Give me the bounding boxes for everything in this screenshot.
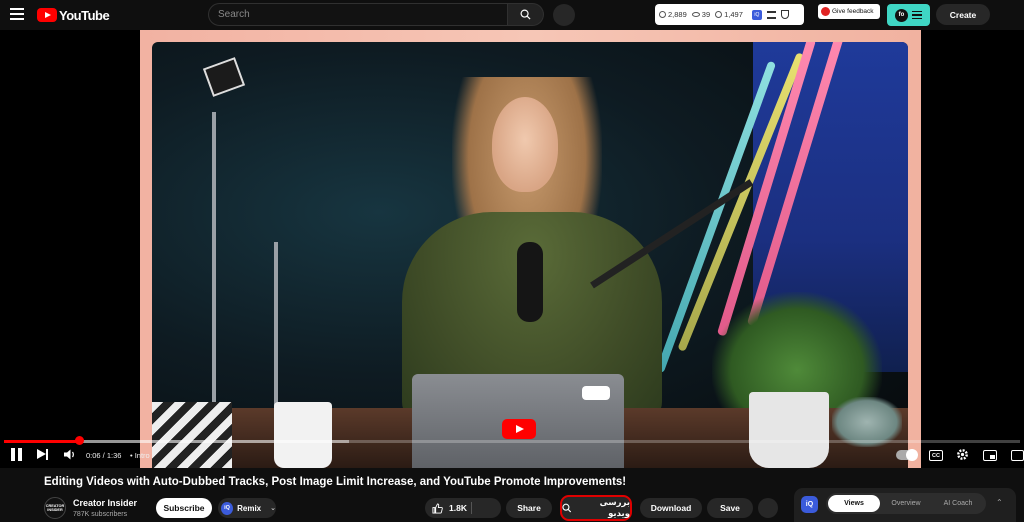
- menu-icon[interactable]: [10, 8, 24, 20]
- miniplayer-icon[interactable]: [983, 450, 997, 461]
- give-feedback-button[interactable]: Give feedback: [818, 4, 880, 19]
- eye-icon: [691, 12, 700, 17]
- video-player[interactable]: [0, 30, 1024, 468]
- video-title: Editing Videos with Auto-Dubbed Tracks, …: [44, 476, 627, 488]
- extension-button[interactable]: fo: [887, 4, 930, 26]
- share-button[interactable]: Share: [506, 498, 552, 518]
- laptop: [412, 374, 624, 468]
- stat-other: 1,497: [724, 10, 743, 19]
- stat-watch: 2,889: [668, 10, 687, 19]
- video-scene: [152, 42, 908, 468]
- scrubber-handle[interactable]: [74, 436, 84, 445]
- more-actions-button[interactable]: [758, 498, 778, 518]
- create-button[interactable]: Create: [936, 4, 990, 25]
- chapter-label[interactable]: • Intro: [130, 451, 150, 460]
- iq-logo-icon[interactable]: iQ: [801, 496, 818, 513]
- stat-views: 39: [701, 10, 711, 19]
- extension-stats[interactable]: 2,889 39 1,497 iQ: [655, 4, 804, 25]
- youtube-play-icon: [37, 8, 57, 22]
- thumbs-up-icon: [432, 502, 443, 514]
- search-bar: [208, 3, 544, 26]
- search-icon: [562, 503, 572, 513]
- remix-button[interactable]: iQ Remix ⌄: [218, 498, 276, 518]
- feedback-label: Give feedback: [832, 8, 874, 15]
- iq-icon[interactable]: iQ: [751, 9, 762, 20]
- gear-icon[interactable]: [956, 448, 969, 461]
- iq-icon: iQ: [221, 501, 234, 515]
- trophy-icon[interactable]: [780, 10, 789, 19]
- pause-icon[interactable]: [11, 448, 22, 461]
- video-review-button[interactable]: بررسی ویدیو: [560, 495, 632, 521]
- time-display: 0:06 / 1:36: [86, 451, 122, 460]
- channel-name[interactable]: Creator Insider: [73, 498, 137, 508]
- save-button[interactable]: Save: [707, 498, 753, 518]
- timer-icon: [715, 11, 723, 18]
- subscriber-count: 787K subscribers: [73, 511, 128, 518]
- feedback-icon: [821, 7, 830, 16]
- like-button[interactable]: 1.8K: [425, 498, 501, 518]
- like-count: 1.8K: [449, 503, 467, 513]
- captions-icon[interactable]: CC: [929, 450, 943, 461]
- list-icon[interactable]: [766, 10, 776, 19]
- youtube-logo-icon: [502, 419, 536, 439]
- tab-ai-coach[interactable]: AI Coach: [932, 495, 984, 512]
- autoplay-toggle[interactable]: [896, 449, 918, 461]
- iq-tab-bar: Views Overview AI Coach: [826, 493, 986, 514]
- search-input[interactable]: [208, 3, 508, 26]
- logo-text: YouTube: [59, 7, 110, 23]
- top-bar: YouTube 2,889 39 1,497 iQ Give feedback …: [0, 0, 1024, 30]
- video-review-label: بررسی ویدیو: [599, 497, 630, 518]
- search-button[interactable]: [508, 3, 544, 26]
- extension-logo-icon: fo: [895, 8, 908, 22]
- tab-views[interactable]: Views: [828, 495, 880, 512]
- mug: [274, 402, 332, 468]
- volume-icon[interactable]: [63, 448, 76, 461]
- avatar[interactable]: CREATOR INSIDER: [44, 497, 66, 519]
- remix-label: Remix: [237, 503, 262, 513]
- subscribe-button[interactable]: Subscribe: [156, 498, 212, 518]
- chevron-down-icon: ⌄: [270, 505, 276, 512]
- microphone: [517, 242, 543, 322]
- search-icon: [520, 9, 531, 20]
- theater-mode-icon[interactable]: [1011, 450, 1024, 461]
- next-icon[interactable]: [37, 448, 49, 461]
- download-button[interactable]: Download: [640, 498, 702, 518]
- progress-played: [4, 440, 80, 443]
- hamburger-icon: [912, 9, 922, 22]
- divider: [471, 502, 472, 514]
- clock-icon: [659, 11, 666, 18]
- chevron-up-icon[interactable]: ⌃: [996, 498, 1003, 507]
- light-fixture: [202, 57, 246, 97]
- tab-overview[interactable]: Overview: [880, 495, 932, 512]
- youtube-logo[interactable]: YouTube: [37, 7, 110, 23]
- mic-icon[interactable]: [553, 4, 575, 26]
